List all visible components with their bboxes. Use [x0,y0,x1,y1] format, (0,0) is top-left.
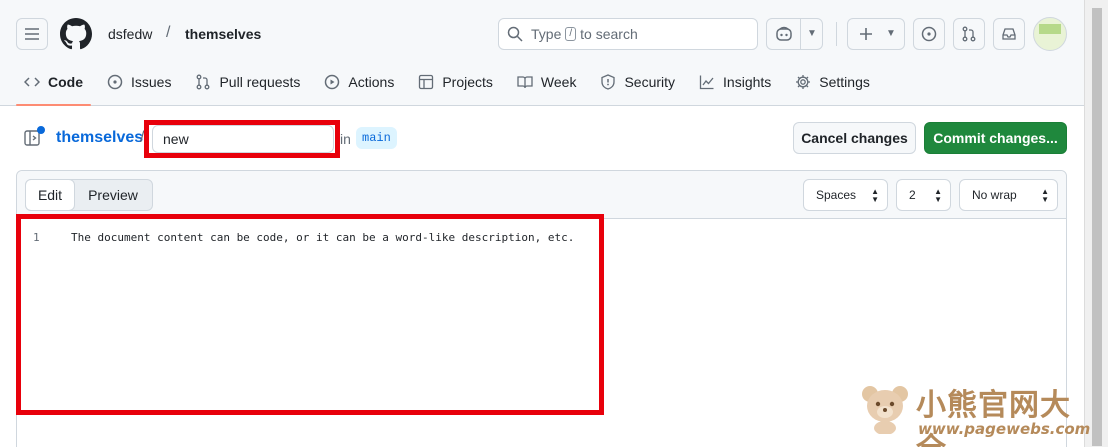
tab-label: Actions [348,74,395,90]
editor-toolbar: Edit Preview Spaces ▲ ▼ 2 ▲ ▼ No wrap ▲ ▼ [17,171,1066,219]
repo-owner-link[interactable]: dsfedw [108,26,152,42]
tab-actions[interactable]: Actions [316,64,402,100]
tab-code[interactable]: Code [16,64,91,106]
edit-tab[interactable]: Edit [25,179,75,211]
select-arrows-icon: ▲ ▼ [1041,187,1049,204]
file-tree-toggle-icon[interactable] [23,126,45,148]
breadcrumb-separator: / [140,129,145,146]
tab-insights[interactable]: Insights [691,64,779,100]
owner-repo-separator: / [166,24,171,41]
indent-mode-value: Spaces [816,188,857,202]
bear-logo-icon [862,386,908,434]
github-logo-icon[interactable] [60,18,92,50]
code-icon [24,77,40,87]
preview-tab[interactable]: Preview [75,180,151,210]
pull-request-icon [962,26,976,42]
tab-security[interactable]: Security [592,64,683,100]
search-icon [507,26,523,42]
inbox-icon [1002,28,1016,40]
edit-preview-toggle: Edit Preview [25,179,153,211]
watermark-url: www.pagewebs.com [918,420,1091,438]
tab-label: Settings [819,74,870,90]
tab-label: Pull requests [219,74,301,90]
copilot-icon [776,26,792,41]
chevron-down-icon[interactable]: ▼ [807,28,817,39]
hamburger-icon [25,28,39,40]
select-arrows-icon: ▲ ▼ [871,187,879,204]
search-suffix-text: to search [580,26,638,42]
search-input[interactable]: Type / to search [498,18,758,50]
tab-label: Insights [723,74,772,90]
cancel-changes-button[interactable]: Cancel changes [793,122,916,154]
gear-icon [796,75,811,89]
header-divider [836,22,837,46]
book-icon [517,76,533,89]
wrap-mode-value: No wrap [972,188,1017,202]
copilot-divider [800,19,801,49]
app-header: dsfedw / themselves Type / to search ▼ ▼… [0,0,1084,106]
issue-icon [107,74,123,90]
graph-icon [699,75,714,90]
notification-dot [37,126,45,134]
commit-changes-button[interactable]: Commit changes... [924,122,1067,154]
select-arrows-icon: ▲ ▼ [934,187,942,204]
branch-in-label: in [340,131,351,147]
issues-button[interactable] [913,18,945,50]
tab-issues[interactable]: Issues [99,64,179,100]
wrap-mode-select[interactable]: No wrap ▲ ▼ [959,179,1058,211]
indent-size-select[interactable]: 2 ▲ ▼ [896,179,951,211]
search-prefix-text: Type [531,26,562,42]
tab-projects[interactable]: Projects [410,64,501,100]
tab-label: Projects [442,74,493,90]
pull-request-icon [197,74,210,90]
code-line[interactable]: 1 The document content can be code, or i… [33,231,574,244]
shield-icon [601,74,616,90]
file-name-input[interactable] [152,125,334,153]
indent-mode-select[interactable]: Spaces ▲ ▼ [803,179,888,211]
tab-label: Week [540,74,577,90]
watermark: 小熊官网大全 www.pagewebs.com [858,380,1098,447]
tab-week[interactable]: Week [509,64,585,100]
inbox-button[interactable] [993,18,1025,50]
pull-requests-button[interactable] [953,18,985,50]
menu-button[interactable] [16,18,48,50]
indent-size-value: 2 [909,188,916,202]
search-shortcut-key: / [565,27,577,41]
tab-label: Code [48,74,83,90]
tab-pull-requests[interactable]: Pull requests [187,64,308,100]
copilot-button[interactable]: ▼ [766,18,823,50]
breadcrumb-repo-link[interactable]: themselves [56,129,143,147]
line-text: The document content can be code, or it … [71,231,575,244]
chevron-down-icon: ▼ [886,28,896,39]
create-new-button[interactable]: ▼ [847,18,905,50]
plus-icon [860,28,872,40]
avatar[interactable] [1033,17,1067,51]
tab-settings[interactable]: Settings [787,64,878,100]
tab-label: Issues [131,74,172,90]
repo-name-link[interactable]: themselves [185,26,261,42]
issue-icon [921,26,937,42]
table-icon [419,74,434,90]
line-number: 1 [33,231,40,244]
play-icon [325,74,340,90]
repo-nav-tabs: Code Issues Pull requests Actions Projec… [16,64,886,106]
tab-label: Security [624,74,676,90]
branch-badge[interactable]: main [356,127,397,149]
